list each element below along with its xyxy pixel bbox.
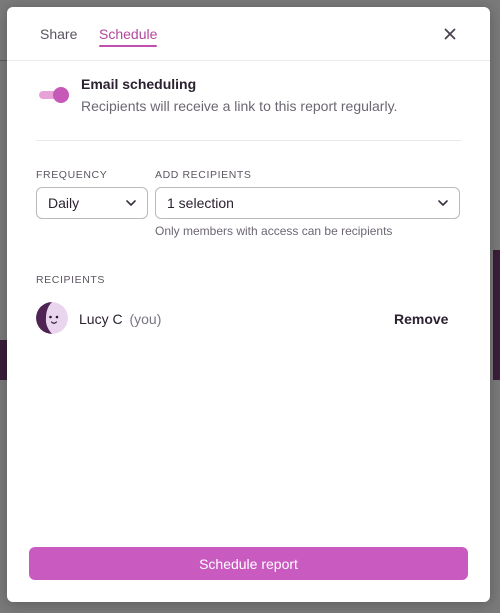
recipients-section-label: RECIPIENTS: [36, 274, 106, 286]
avatar: [36, 302, 68, 334]
toggle-knob: [53, 87, 69, 103]
chevron-down-icon: [438, 200, 448, 206]
schedule-modal: Share Schedule Email scheduling Recipien…: [7, 7, 490, 602]
add-recipients-label: ADD RECIPIENTS: [155, 169, 252, 181]
frequency-value: Daily: [48, 195, 80, 211]
background-fragment: [493, 250, 500, 380]
close-button[interactable]: [440, 24, 460, 44]
email-scheduling-title: Email scheduling: [81, 76, 197, 92]
close-icon: [444, 28, 456, 40]
recipients-hint: Only members with access can be recipien…: [155, 224, 393, 238]
schedule-report-button[interactable]: Schedule report: [29, 547, 468, 580]
chevron-down-icon: [126, 200, 136, 206]
remove-recipient-button[interactable]: Remove: [394, 311, 448, 327]
tab-share[interactable]: Share: [40, 26, 77, 43]
email-scheduling-description: Recipients will receive a link to this r…: [81, 98, 398, 114]
recipient-you-tag: (you): [129, 311, 162, 327]
frequency-label: FREQUENCY: [36, 169, 108, 181]
tab-schedule[interactable]: Schedule: [99, 26, 158, 47]
background-divider: [0, 60, 7, 61]
email-scheduling-toggle[interactable]: [39, 87, 69, 103]
recipient-name: Lucy C (you): [79, 311, 161, 327]
modal-header: Share Schedule: [7, 7, 490, 61]
recipient-name-text: Lucy C: [79, 311, 123, 327]
section-divider: [36, 140, 461, 141]
frequency-select[interactable]: Daily: [36, 187, 148, 219]
add-recipients-select[interactable]: 1 selection: [155, 187, 460, 219]
background-fragment: [0, 340, 7, 380]
add-recipients-value: 1 selection: [167, 195, 234, 211]
